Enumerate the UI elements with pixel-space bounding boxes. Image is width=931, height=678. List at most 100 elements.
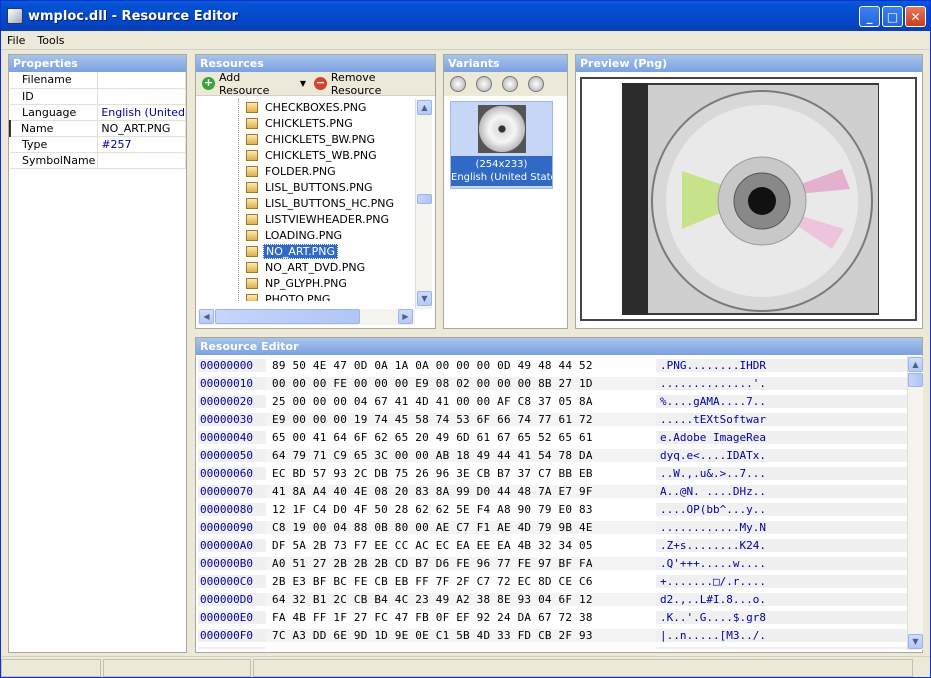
hex-ascii[interactable]: dyq.e<....IDATx. bbox=[656, 448, 908, 462]
hex-row[interactable]: 00000010 00 00 00 FE 00 00 00 E9 08 02 00… bbox=[198, 374, 908, 392]
resource-item[interactable]: LISTVIEWHEADER.PNG bbox=[198, 211, 415, 227]
hex-ascii[interactable]: ..W.,.u&.>..7... bbox=[656, 466, 908, 480]
scroll-right-icon[interactable]: ▶ bbox=[398, 309, 413, 324]
resource-item[interactable]: CHECKBOXES.PNG bbox=[198, 99, 415, 115]
hex-ascii[interactable]: ?Ix..2.m...W...V bbox=[656, 646, 908, 649]
property-value[interactable] bbox=[97, 88, 186, 105]
variant-tool-3-icon[interactable] bbox=[502, 76, 518, 92]
resource-item[interactable]: NO_ART_DVD.PNG bbox=[198, 259, 415, 275]
hex-ascii[interactable]: .PNG........IHDR bbox=[656, 358, 908, 372]
hex-ascii[interactable]: .Z+s........K24. bbox=[656, 538, 908, 552]
hex-bytes[interactable]: 2B E3 BF BC FE CB EB FF 7F 2F C7 72 EC 8… bbox=[266, 574, 656, 588]
property-row[interactable]: Filename bbox=[10, 72, 186, 89]
hscroll-thumb[interactable] bbox=[215, 309, 360, 324]
resource-item[interactable]: NO_ART.PNG bbox=[198, 243, 415, 259]
hex-row[interactable]: 00000090 C8 19 00 04 88 0B 80 00 AE C7 F1… bbox=[198, 518, 908, 536]
add-resource-button[interactable]: + Add Resource bbox=[202, 71, 294, 97]
hex-ascii[interactable]: ....OP(bb^...y.. bbox=[656, 502, 908, 516]
hex-row[interactable]: 00000060 EC BD 57 93 2C DB 75 26 96 3E CB… bbox=[198, 464, 908, 482]
hex-scroll-up-icon[interactable]: ▲ bbox=[908, 357, 923, 372]
resource-item[interactable]: CHICKLETS_BW.PNG bbox=[198, 131, 415, 147]
hex-row[interactable]: 00000040 65 00 41 64 6F 62 65 20 49 6D 61… bbox=[198, 428, 908, 446]
scroll-thumb[interactable] bbox=[417, 194, 432, 204]
property-value[interactable]: #257 bbox=[97, 136, 186, 153]
property-row[interactable]: Language English (United bbox=[10, 104, 186, 121]
hex-ascii[interactable]: %....gAMA....7.. bbox=[656, 394, 908, 408]
resources-hscrollbar[interactable]: ◀ ▶ bbox=[198, 309, 415, 325]
hex-bytes[interactable]: DF 5A 2B 73 F7 EE CC AC EC EA EE EA 4B 3… bbox=[266, 538, 656, 552]
hex-bytes[interactable]: 65 00 41 64 6F 62 65 20 49 6D 61 67 65 5… bbox=[266, 430, 656, 444]
scroll-left-icon[interactable]: ◀ bbox=[199, 309, 214, 324]
variant-tool-2-icon[interactable] bbox=[476, 76, 492, 92]
hex-row[interactable]: 000000F0 7C A3 DD 6E 9D 1D 9E 0E C1 5B 4D… bbox=[198, 626, 908, 644]
hex-bytes[interactable]: 64 79 71 C9 65 3C 00 00 AB 18 49 44 41 5… bbox=[266, 448, 656, 462]
hex-row[interactable]: 00000000 89 50 4E 47 0D 0A 1A 0A 00 00 00… bbox=[198, 356, 908, 374]
hex-vscrollbar[interactable]: ▲ ▼ bbox=[907, 356, 923, 650]
hex-row[interactable]: 000000D0 64 32 B1 2C CB B4 4C 23 49 A2 38… bbox=[198, 590, 908, 608]
resource-tree[interactable]: CHECKBOXES.PNG CHICKLETS.PNG CHICKLETS_BW.… bbox=[198, 99, 415, 301]
property-value[interactable]: English (United bbox=[97, 104, 186, 121]
hex-bytes[interactable]: 89 50 4E 47 0D 0A 1A 0A 00 00 00 0D 49 4… bbox=[266, 358, 656, 372]
hex-bytes[interactable]: 00 00 00 FE 00 00 00 E9 08 02 00 00 00 8… bbox=[266, 376, 656, 390]
hex-bytes[interactable]: EC BD 57 93 2C DB 75 26 96 3E CB B7 37 C… bbox=[266, 466, 656, 480]
hex-ascii[interactable]: .....tEXtSoftwar bbox=[656, 412, 908, 426]
menu-tools[interactable]: Tools bbox=[31, 34, 70, 47]
hex-ascii[interactable]: |..n.....[M3../. bbox=[656, 628, 908, 642]
title-bar[interactable]: wmploc.dll - Resource Editor _ □ ✕ bbox=[1, 1, 930, 31]
hex-row[interactable]: 00000030 E9 00 00 00 19 74 45 58 74 53 6F… bbox=[198, 410, 908, 428]
hex-bytes[interactable]: 25 00 00 00 04 67 41 4D 41 00 00 AF C8 3… bbox=[266, 394, 656, 408]
hex-ascii[interactable]: ............My.N bbox=[656, 520, 908, 534]
property-row[interactable]: SymbolName bbox=[10, 152, 186, 169]
hex-bytes[interactable]: C8 19 00 04 88 0B 80 00 AE C7 F1 AE 4D 7… bbox=[266, 520, 656, 534]
resource-item[interactable]: FOLDER.PNG bbox=[198, 163, 415, 179]
hex-ascii[interactable]: .K..'.G....$.gr8 bbox=[656, 610, 908, 624]
hex-scroll-down-icon[interactable]: ▼ bbox=[908, 634, 923, 649]
close-button[interactable]: ✕ bbox=[905, 6, 926, 27]
scroll-up-icon[interactable]: ▲ bbox=[417, 100, 432, 115]
resource-item[interactable]: PHOTO.PNG bbox=[198, 291, 415, 301]
hex-row[interactable]: 000000E0 FA 4B FF 1F 27 FC 47 FB 0F EF 92… bbox=[198, 608, 908, 626]
hex-row[interactable]: 00000080 12 1F C4 D0 4F 50 28 62 62 5E F4… bbox=[198, 500, 908, 518]
hex-view[interactable]: 00000000 89 50 4E 47 0D 0A 1A 0A 00 00 00… bbox=[198, 356, 908, 649]
property-row[interactable]: Name NO_ART.PNG bbox=[9, 120, 186, 137]
hex-ascii[interactable]: d2.,..L#I.8...o. bbox=[656, 592, 908, 606]
hex-bytes[interactable]: 41 8A A4 40 4E 08 20 83 8A 99 D0 44 48 7… bbox=[266, 484, 656, 498]
property-value[interactable] bbox=[97, 72, 186, 89]
hex-bytes[interactable]: E9 00 00 00 19 74 45 58 74 53 6F 66 74 7… bbox=[266, 412, 656, 426]
hex-row[interactable]: 000001003F 49 78 9E D2 32 B2 6D E0 17 F4… bbox=[198, 644, 908, 649]
hex-bytes[interactable]: 12 1F C4 D0 4F 50 28 62 62 5E F4 A8 90 7… bbox=[266, 502, 656, 516]
hex-ascii[interactable]: .Q'+++.....w.... bbox=[656, 556, 908, 570]
remove-resource-button[interactable]: − Remove Resource bbox=[313, 71, 429, 97]
hex-row[interactable]: 000000B0 A0 51 27 2B 2B 2B CD B7 D6 FE 96… bbox=[198, 554, 908, 572]
resource-item[interactable]: LISL_BUTTONS.PNG bbox=[198, 179, 415, 195]
property-row[interactable]: ID bbox=[10, 88, 186, 105]
resource-item[interactable]: CHICKLETS_WB.PNG bbox=[198, 147, 415, 163]
variant-tool-4-icon[interactable] bbox=[528, 76, 544, 92]
resource-item[interactable]: LISL_BUTTONS_HC.PNG bbox=[198, 195, 415, 211]
variant-card[interactable]: (254x233) English (United States bbox=[450, 101, 553, 189]
variant-tool-1-icon[interactable] bbox=[450, 76, 466, 92]
hex-bytes[interactable]: FA 4B FF 1F 27 FC 47 FB 0F EF 92 24 DA 6… bbox=[266, 610, 656, 624]
hex-bytes[interactable]: A0 51 27 2B 2B 2B CD B7 D6 FE 96 77 FE 9… bbox=[266, 556, 656, 570]
menu-file[interactable]: File bbox=[1, 34, 31, 47]
hex-ascii[interactable]: A..@N. ....DHz.. bbox=[656, 484, 908, 498]
maximize-button[interactable]: □ bbox=[882, 6, 903, 27]
hex-bytes[interactable]: 3F 49 78 9E D2 32 B2 6D E0 17 F4 57 E0 1… bbox=[266, 646, 656, 649]
hex-ascii[interactable]: ..............'. bbox=[656, 376, 908, 390]
property-value[interactable] bbox=[97, 152, 186, 169]
resource-item[interactable]: CHICKLETS.PNG bbox=[198, 115, 415, 131]
property-value[interactable]: NO_ART.PNG bbox=[97, 120, 186, 137]
resources-vscrollbar[interactable]: ▲ ▼ bbox=[415, 99, 432, 309]
resource-item[interactable]: NP_GLYPH.PNG bbox=[198, 275, 415, 291]
hex-bytes[interactable]: 7C A3 DD 6E 9D 1D 9E 0E C1 5B 4D 33 FD C… bbox=[266, 628, 656, 642]
resource-item[interactable]: LOADING.PNG bbox=[198, 227, 415, 243]
hex-bytes[interactable]: 64 32 B1 2C CB B4 4C 23 49 A2 38 8E 93 0… bbox=[266, 592, 656, 606]
property-row[interactable]: Type #257 bbox=[10, 136, 186, 153]
hex-row[interactable]: 000000A0 DF 5A 2B 73 F7 EE CC AC EC EA EE… bbox=[198, 536, 908, 554]
hex-scroll-thumb[interactable] bbox=[908, 373, 923, 387]
hex-row[interactable]: 000000C0 2B E3 BF BC FE CB EB FF 7F 2F C7… bbox=[198, 572, 908, 590]
scroll-down-icon[interactable]: ▼ bbox=[417, 291, 432, 306]
hex-row[interactable]: 00000050 64 79 71 C9 65 3C 00 00 AB 18 49… bbox=[198, 446, 908, 464]
add-dropdown-arrow-icon[interactable]: ▼ bbox=[300, 79, 306, 88]
hex-ascii[interactable]: e.Adobe ImageRea bbox=[656, 430, 908, 444]
